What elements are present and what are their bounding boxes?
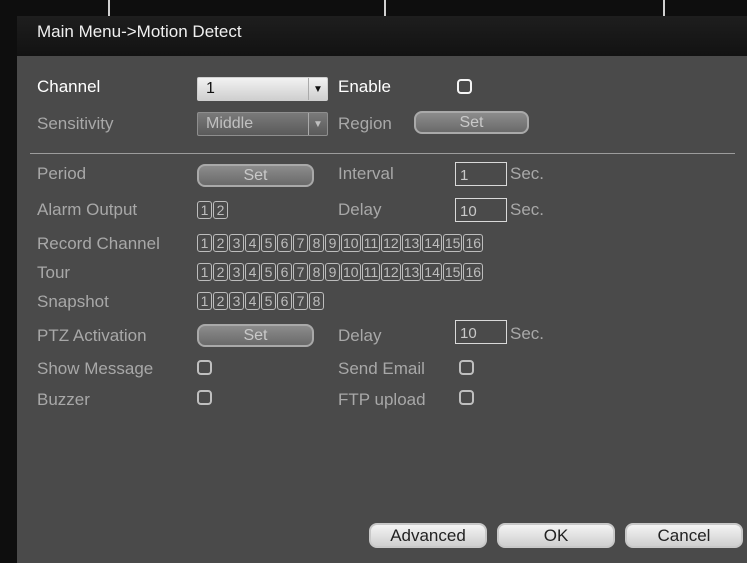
- alarm-output-chip[interactable]: 1: [197, 201, 212, 219]
- record-channel-chip[interactable]: 7: [293, 234, 308, 252]
- record-channel-chip[interactable]: 10: [341, 234, 361, 252]
- record-channel-chips: 1 2 3 4 5 6 7 8 9 10 11 12 13 14 15 16: [197, 234, 484, 252]
- chevron-down-icon[interactable]: ▼: [308, 113, 327, 135]
- tour-chip[interactable]: 8: [309, 263, 324, 281]
- snapshot-chip[interactable]: 4: [245, 292, 260, 310]
- interval-unit: Sec.: [510, 164, 545, 183]
- record-channel-label: Record Channel: [37, 234, 160, 253]
- snapshot-label: Snapshot: [37, 292, 109, 311]
- snapshot-chip[interactable]: 8: [309, 292, 324, 310]
- snapshot-chips: 1 2 3 4 5 6 7 8: [197, 292, 324, 310]
- region-set-button[interactable]: Set: [414, 111, 529, 134]
- tour-chip[interactable]: 10: [341, 263, 361, 281]
- show-message-label: Show Message: [37, 359, 154, 378]
- tour-chip[interactable]: 3: [229, 263, 244, 281]
- dialog-title: Main Menu->Motion Detect: [37, 22, 242, 41]
- ptz-activation-label: PTZ Activation: [37, 326, 147, 345]
- motion-detect-dialog: [17, 16, 747, 563]
- ptz-set-button[interactable]: Set: [197, 324, 314, 347]
- buzzer-checkbox[interactable]: [197, 390, 212, 405]
- tour-chip[interactable]: 9: [325, 263, 340, 281]
- record-channel-chip[interactable]: 12: [381, 234, 401, 252]
- tour-chip[interactable]: 7: [293, 263, 308, 281]
- delay-input[interactable]: 10: [455, 198, 507, 222]
- tour-chip[interactable]: 12: [381, 263, 401, 281]
- record-channel-chip[interactable]: 15: [442, 234, 463, 252]
- channel-select[interactable]: 1 ▼: [197, 77, 328, 101]
- ptz-delay-unit: Sec.: [510, 324, 545, 343]
- section-divider: [30, 153, 735, 154]
- edge-mark: [663, 0, 665, 16]
- channel-value: 1: [206, 80, 215, 97]
- tour-chip[interactable]: 4: [245, 263, 260, 281]
- record-channel-chip[interactable]: 6: [277, 234, 292, 252]
- cancel-button[interactable]: Cancel: [625, 523, 743, 548]
- record-channel-chip[interactable]: 11: [361, 234, 381, 252]
- delay-label: Delay: [338, 200, 382, 219]
- alarm-output-chips: 1 2: [197, 201, 228, 219]
- tour-chip[interactable]: 13: [401, 263, 422, 281]
- period-set-button[interactable]: Set: [197, 164, 314, 187]
- edge-mark: [384, 0, 386, 16]
- snapshot-chip[interactable]: 5: [261, 292, 276, 310]
- record-channel-chip[interactable]: 3: [229, 234, 244, 252]
- snapshot-chip[interactable]: 6: [277, 292, 292, 310]
- alarm-output-chip[interactable]: 2: [213, 201, 228, 219]
- record-channel-chip[interactable]: 4: [245, 234, 260, 252]
- record-channel-chip[interactable]: 5: [261, 234, 276, 252]
- sensitivity-value: Middle: [206, 115, 254, 132]
- alarm-output-label: Alarm Output: [37, 200, 138, 219]
- send-email-checkbox[interactable]: [459, 360, 474, 375]
- chevron-down-icon[interactable]: ▼: [308, 78, 327, 100]
- tour-chip[interactable]: 1: [197, 263, 212, 281]
- show-message-checkbox[interactable]: [197, 360, 212, 375]
- sensitivity-label: Sensitivity: [37, 114, 114, 133]
- record-channel-chip[interactable]: 14: [422, 234, 442, 252]
- tour-chip[interactable]: 16: [463, 263, 484, 281]
- delay-unit: Sec.: [510, 200, 545, 219]
- tour-chip[interactable]: 5: [261, 263, 276, 281]
- ptz-delay-input[interactable]: 10: [455, 320, 507, 344]
- snapshot-chip[interactable]: 3: [229, 292, 244, 310]
- enable-checkbox[interactable]: [457, 79, 472, 94]
- region-label: Region: [338, 114, 392, 133]
- tour-chip[interactable]: 6: [277, 263, 292, 281]
- ftp-upload-checkbox[interactable]: [459, 390, 474, 405]
- record-channel-chip[interactable]: 8: [309, 234, 324, 252]
- ok-button[interactable]: OK: [497, 523, 615, 548]
- sensitivity-select[interactable]: Middle ▼: [197, 112, 328, 136]
- ptz-delay-label: Delay: [338, 326, 382, 345]
- send-email-label: Send Email: [338, 359, 425, 378]
- record-channel-chip[interactable]: 16: [463, 234, 484, 252]
- snapshot-chip[interactable]: 1: [197, 292, 212, 310]
- record-channel-chip[interactable]: 9: [325, 234, 340, 252]
- tour-chip[interactable]: 11: [361, 263, 381, 281]
- record-channel-chip[interactable]: 2: [213, 234, 228, 252]
- tour-chips: 1 2 3 4 5 6 7 8 9 10 11 12 13 14 15 16: [197, 263, 484, 281]
- snapshot-chip[interactable]: 7: [293, 292, 308, 310]
- enable-label: Enable: [338, 77, 391, 96]
- buzzer-label: Buzzer: [37, 390, 90, 409]
- advanced-button[interactable]: Advanced: [369, 523, 487, 548]
- ftp-upload-label: FTP upload: [338, 390, 426, 409]
- snapshot-chip[interactable]: 2: [213, 292, 228, 310]
- tour-label: Tour: [37, 263, 71, 282]
- tour-chip[interactable]: 15: [442, 263, 463, 281]
- channel-label: Channel: [37, 77, 101, 96]
- tour-chip[interactable]: 2: [213, 263, 228, 281]
- tour-chip[interactable]: 14: [422, 263, 442, 281]
- interval-input[interactable]: 1: [455, 162, 507, 186]
- interval-label: Interval: [338, 164, 394, 183]
- edge-mark: [108, 0, 110, 16]
- period-label: Period: [37, 164, 87, 183]
- record-channel-chip[interactable]: 13: [401, 234, 422, 252]
- record-channel-chip[interactable]: 1: [197, 234, 212, 252]
